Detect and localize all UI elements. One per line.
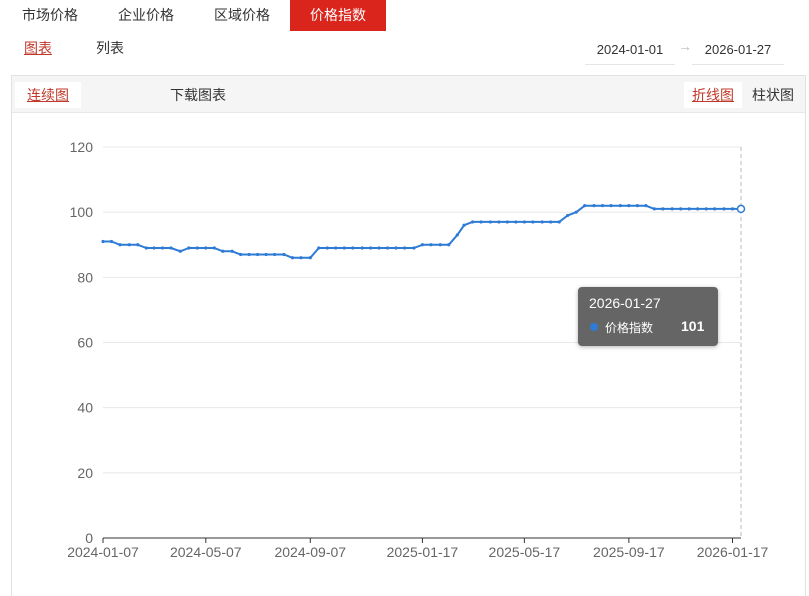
data-point xyxy=(195,246,199,250)
data-point xyxy=(420,243,425,247)
data-point xyxy=(462,223,466,227)
data-point xyxy=(696,207,700,211)
tooltip-date: 2026-01-27 xyxy=(589,295,661,311)
data-point xyxy=(600,204,605,208)
data-point xyxy=(644,204,648,208)
data-point xyxy=(618,204,622,208)
data-point xyxy=(429,243,433,247)
data-point xyxy=(670,207,674,211)
data-point xyxy=(118,243,122,247)
data-point xyxy=(282,252,286,257)
data-point xyxy=(549,220,553,224)
y-tick-label: 100 xyxy=(70,204,94,220)
data-point xyxy=(687,207,691,211)
data-point xyxy=(679,207,683,211)
data-point xyxy=(557,220,561,224)
data-point xyxy=(169,246,173,250)
data-point xyxy=(438,243,442,247)
data-point xyxy=(479,220,483,224)
data-point xyxy=(152,246,156,250)
data-point xyxy=(351,246,355,250)
data-point xyxy=(264,252,268,257)
data-point xyxy=(661,207,665,211)
y-tick-label: 40 xyxy=(77,400,93,416)
series-marker-icon xyxy=(590,323,598,331)
data-point xyxy=(402,246,407,250)
data-point xyxy=(531,220,535,224)
data-point xyxy=(455,233,459,237)
data-point xyxy=(109,239,114,244)
y-tick-label: 20 xyxy=(77,465,93,481)
data-point xyxy=(583,204,587,208)
data-point xyxy=(377,246,381,250)
data-point xyxy=(497,220,501,224)
x-tick-label: 2024-05-07 xyxy=(170,544,242,560)
y-tick-label: 80 xyxy=(77,269,93,285)
data-point xyxy=(488,220,492,224)
series-line xyxy=(103,204,741,259)
data-point xyxy=(609,204,613,208)
data-point xyxy=(299,256,303,260)
data-point xyxy=(566,213,570,218)
y-tick-label: 60 xyxy=(77,335,93,351)
data-point xyxy=(334,246,338,250)
data-point xyxy=(247,252,251,257)
x-tick-label: 2025-05-17 xyxy=(489,544,561,560)
y-tick-label: 120 xyxy=(70,139,94,155)
data-point xyxy=(592,204,596,208)
data-point xyxy=(308,256,312,260)
data-point xyxy=(144,246,148,250)
x-tick-label: 2026-01-17 xyxy=(697,544,769,560)
data-point xyxy=(101,239,105,244)
data-point xyxy=(187,246,191,250)
data-point xyxy=(273,252,277,257)
data-point xyxy=(704,207,708,211)
data-point xyxy=(447,243,451,247)
data-point xyxy=(178,249,182,253)
tooltip-series-name: 价格指数 xyxy=(605,321,654,335)
data-point xyxy=(204,246,208,250)
data-point xyxy=(736,204,746,214)
chart-tooltip: 2026-01-27 价格指数 101 xyxy=(578,287,718,346)
data-point xyxy=(160,246,165,250)
data-point xyxy=(635,204,639,208)
data-point xyxy=(221,249,225,253)
data-point xyxy=(369,246,373,250)
data-point xyxy=(290,256,295,260)
data-point xyxy=(342,246,346,250)
x-tick-label: 2025-01-17 xyxy=(387,544,459,560)
data-point xyxy=(394,246,398,250)
data-point xyxy=(722,207,726,211)
data-point xyxy=(652,207,656,211)
data-point xyxy=(212,246,216,250)
x-tick-label: 2024-09-07 xyxy=(274,544,346,560)
x-tick-label: 2025-09-17 xyxy=(593,544,665,560)
data-point xyxy=(360,246,364,250)
data-point xyxy=(514,220,518,224)
data-point xyxy=(505,220,509,224)
data-point xyxy=(136,243,140,247)
data-point xyxy=(522,220,526,224)
x-tick-label: 2024-01-07 xyxy=(67,544,139,560)
data-point xyxy=(230,249,234,253)
data-point xyxy=(730,207,735,211)
data-point xyxy=(627,204,631,208)
data-point xyxy=(127,243,131,247)
data-point xyxy=(385,246,390,250)
tooltip-value: 101 xyxy=(681,318,705,334)
data-point xyxy=(317,246,321,250)
data-point xyxy=(256,252,260,257)
data-point xyxy=(412,246,416,250)
data-point xyxy=(574,210,578,214)
data-point xyxy=(325,246,329,250)
data-point xyxy=(470,220,475,224)
data-point xyxy=(540,220,544,224)
data-point xyxy=(713,207,717,211)
data-point xyxy=(239,252,243,257)
